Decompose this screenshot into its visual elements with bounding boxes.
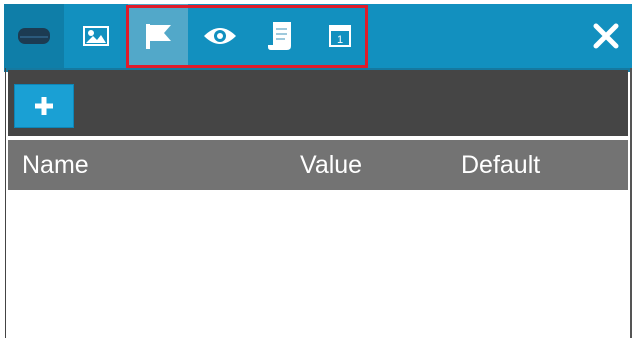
panel-header: [8, 70, 628, 136]
column-header-name[interactable]: Name: [22, 140, 89, 190]
image-tool-button[interactable]: [66, 4, 126, 68]
scroll-icon: [268, 22, 291, 50]
image-icon: [83, 26, 109, 46]
close-icon: [593, 23, 619, 49]
server-icon: [18, 28, 50, 44]
add-button[interactable]: [14, 84, 74, 128]
calendar-tool-button[interactable]: 1: [310, 4, 370, 68]
left-border: [5, 68, 6, 338]
table-header: Name Value Default: [8, 140, 628, 190]
close-button[interactable]: [586, 16, 626, 56]
flag-tool-button[interactable]: [128, 4, 188, 68]
column-header-default[interactable]: Default: [461, 140, 540, 190]
column-header-value[interactable]: Value: [300, 140, 362, 190]
view-tool-button[interactable]: [190, 4, 250, 68]
script-tool-button[interactable]: [250, 4, 310, 68]
server-tool-button[interactable]: [4, 4, 64, 68]
calendar-icon: 1: [329, 25, 351, 47]
table-body: [8, 190, 628, 338]
calendar-day-label: 1: [337, 34, 343, 46]
eye-icon: [204, 28, 236, 44]
plus-icon: [35, 97, 53, 115]
toolbar: 1: [4, 4, 632, 68]
flag-icon: [146, 24, 171, 49]
